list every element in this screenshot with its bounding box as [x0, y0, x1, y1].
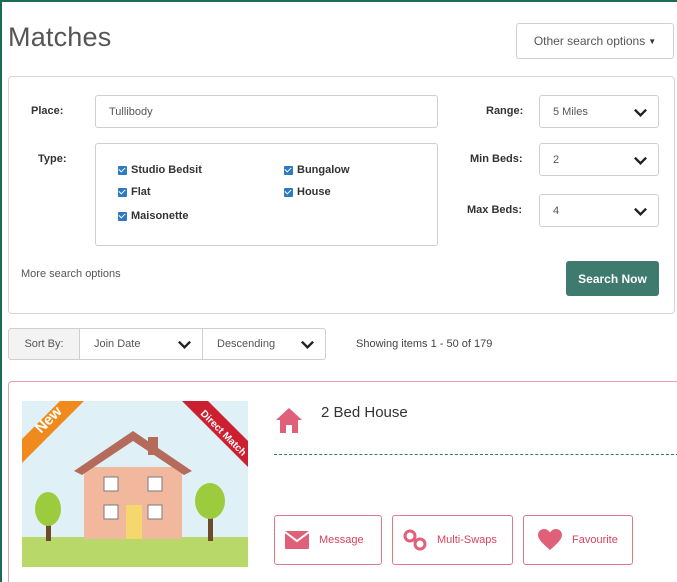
multi-swaps-label: Multi-Swaps [437, 534, 497, 546]
type-option-label: Flat [131, 186, 151, 198]
min-beds-select[interactable]: 2 [539, 143, 659, 176]
place-input[interactable]: Tullibody [95, 95, 438, 128]
checkbox-checked-icon [118, 187, 127, 197]
type-option-label: House [297, 186, 331, 198]
favourite-label: Favourite [572, 534, 618, 546]
sort-bar: Sort By: Join Date Descending [8, 328, 326, 360]
sort-field-select[interactable]: Join Date [80, 328, 203, 360]
type-label: Type: [38, 153, 67, 165]
chevron-down-icon [634, 207, 647, 217]
min-beds-value: 2 [553, 153, 560, 166]
sort-order-select[interactable]: Descending [203, 328, 326, 360]
checkbox-checked-icon [284, 187, 293, 197]
sort-order-value: Descending [217, 338, 276, 350]
place-label: Place: [31, 105, 64, 117]
chevron-down-icon [178, 340, 191, 350]
range-select[interactable]: 5 Miles [539, 95, 659, 128]
message-button[interactable]: Message [274, 515, 382, 565]
type-checkbox-bungalow[interactable]: Bungalow [284, 164, 350, 176]
type-option-label: Studio Bedsit [131, 164, 202, 176]
max-beds-select[interactable]: 4 [539, 194, 659, 227]
more-search-options-link[interactable]: More search options [21, 268, 121, 280]
other-search-options-label: Other search options [533, 34, 646, 48]
range-value: 5 Miles [553, 105, 588, 118]
heart-icon [538, 529, 562, 550]
type-checkbox-maisonette[interactable]: Maisonette [118, 210, 188, 222]
checkbox-checked-icon [118, 165, 127, 175]
results-count: Showing items 1 - 50 of 179 [356, 338, 493, 350]
max-beds-value: 4 [553, 204, 560, 217]
type-checkbox-studio-bedsit[interactable]: Studio Bedsit [118, 164, 202, 176]
checkbox-checked-icon [284, 165, 293, 175]
chevron-down-icon [634, 108, 647, 118]
type-option-label: Maisonette [131, 210, 189, 222]
sort-by-label: Sort By: [8, 328, 80, 360]
range-label: Range: [486, 105, 524, 117]
favourite-button[interactable]: Favourite [523, 515, 633, 565]
max-beds-label: Max Beds: [467, 204, 523, 216]
other-search-options-button[interactable]: Other search options ▼ [516, 23, 674, 59]
page-title: Matches [8, 22, 112, 52]
chevron-down-icon [634, 156, 647, 166]
type-checkbox-flat[interactable]: Flat [118, 186, 151, 198]
divider [274, 454, 677, 455]
checkbox-checked-icon [118, 211, 127, 221]
search-now-button[interactable]: Search Now [566, 261, 659, 296]
house-illustration: New Direct Match [22, 401, 248, 567]
sort-field-value: Join Date [94, 338, 141, 350]
multi-swaps-button[interactable]: Multi-Swaps [392, 515, 513, 565]
link-icon [403, 529, 427, 551]
min-beds-label: Min Beds: [470, 153, 523, 165]
listing-card[interactable]: New Direct Match 2 Bed House Message Mul… [8, 381, 677, 582]
property-title[interactable]: 2 Bed House [321, 404, 408, 421]
type-option-label: Bungalow [297, 164, 350, 176]
caret-down-icon: ▼ [648, 36, 657, 46]
chevron-down-icon [301, 340, 314, 350]
home-icon [276, 408, 302, 433]
type-checkbox-group: Studio Bedsit Flat Maisonette Bungalow H… [95, 143, 438, 246]
property-image[interactable]: New Direct Match [22, 401, 248, 567]
type-checkbox-house[interactable]: House [284, 186, 331, 198]
envelope-icon [285, 531, 309, 549]
message-label: Message [319, 534, 364, 546]
search-panel: Place: Tullibody Type: Studio Bedsit Fla… [8, 76, 675, 314]
